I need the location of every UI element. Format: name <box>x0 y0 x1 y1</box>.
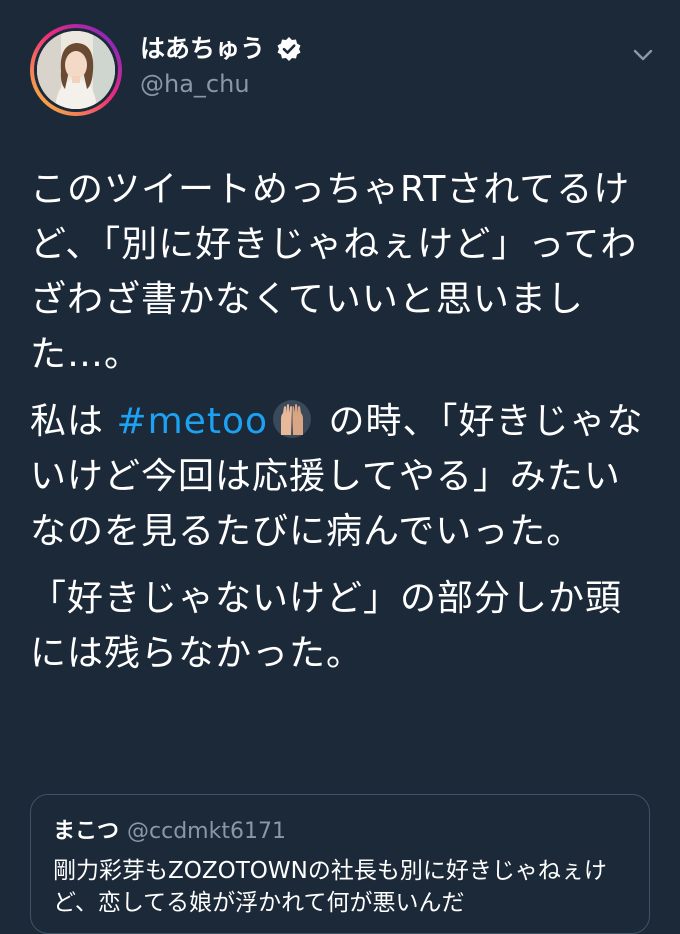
display-name[interactable]: はあちゅう <box>140 33 265 65</box>
hashtag-link[interactable]: #metoo <box>116 401 268 442</box>
quoted-handle: @ccdmkt6171 <box>127 819 286 844</box>
author-handle[interactable]: @ha_chu <box>140 69 302 99</box>
tweet-paragraph: 「好きじゃないけど」の部分しか頭には残らなかった。 <box>30 578 623 674</box>
quoted-tweet-card[interactable]: まこつ @ccdmkt6171 剛力彩芽もZOZOTOWNの社長も別に好きじゃねぇ… <box>30 794 650 934</box>
tweet-text-segment: 私は <box>30 401 117 442</box>
tweet-paragraph: 私は #metoo の時、「好きじゃないけど今回は応援してやる」みたいなのを見る… <box>30 394 655 559</box>
verified-badge-icon <box>276 36 302 62</box>
author-block[interactable]: はあちゅう @ha_chu <box>140 33 302 99</box>
avatar[interactable] <box>30 24 122 116</box>
raised-hands-emoji-icon <box>272 399 312 439</box>
quoted-tweet-header: まこつ @ccdmkt6171 <box>53 813 627 845</box>
tweet-paragraph: このツイートめっちゃRTされてるけど、「別に好きじゃねぇけど」ってわざわざ書かな… <box>30 169 638 375</box>
quoted-tweet-text: 剛力彩芽もZOZOTOWNの社長も別に好きじゃねぇけど、恋してる娘が浮かれて何が… <box>53 858 607 916</box>
tweet-header: はあちゅう @ha_chu <box>0 0 680 130</box>
chevron-down-icon[interactable] <box>632 44 654 66</box>
tweet-text: このツイートめっちゃRTされてるけど、「別に好きじゃねぇけど」ってわざわざ書かな… <box>30 162 655 693</box>
quoted-display-name: まこつ <box>53 819 120 844</box>
avatar-photo <box>37 31 115 109</box>
